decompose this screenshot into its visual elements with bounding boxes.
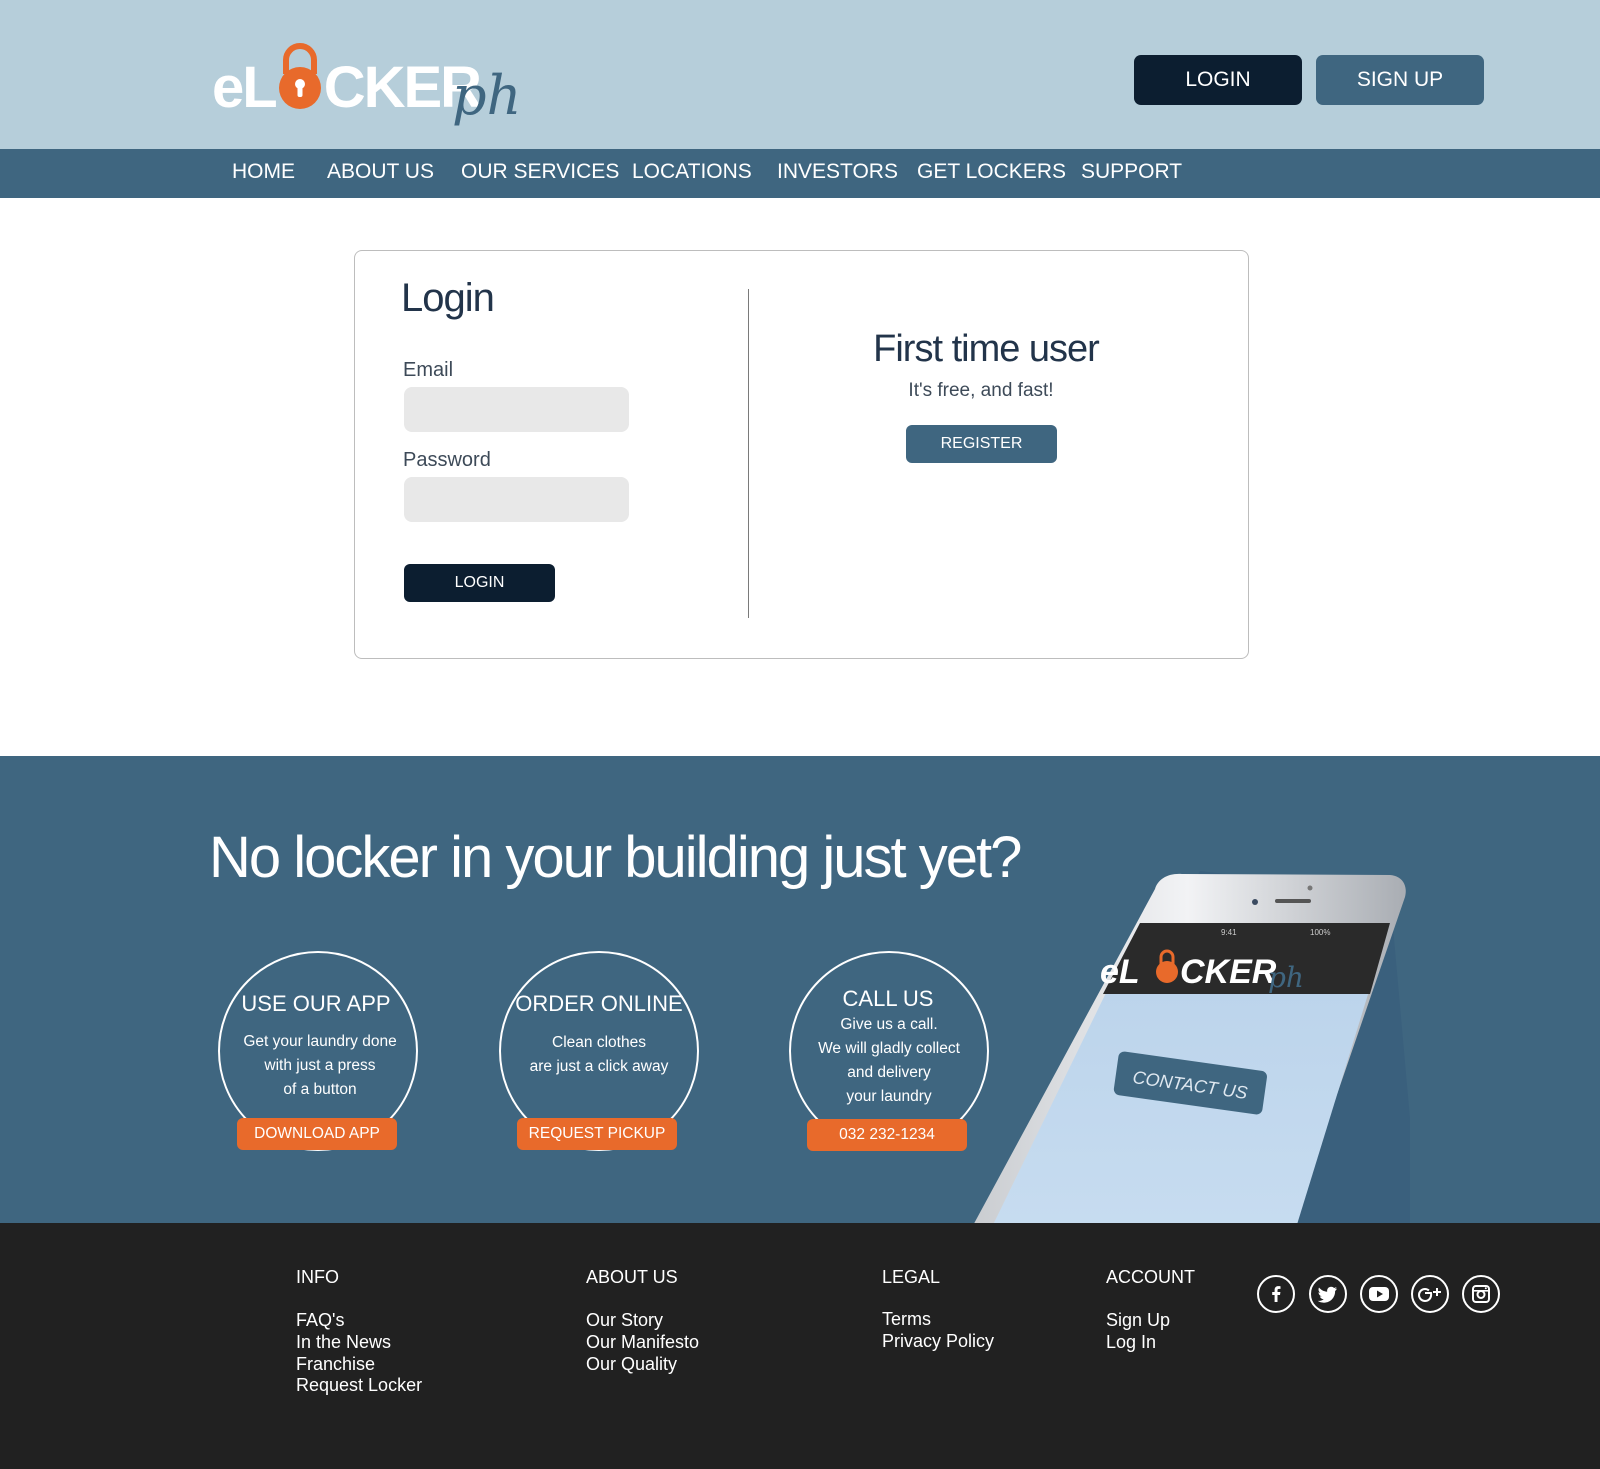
phone-battery: 100% [1310,928,1330,937]
footer-link-sign-up[interactable]: Sign Up [1106,1310,1170,1331]
facebook-icon[interactable] [1257,1275,1295,1313]
footer-link-request-locker[interactable]: Request Locker [296,1375,422,1396]
nav-item-our-services[interactable]: OUR SERVICES [461,160,619,184]
google-plus-icon[interactable] [1411,1275,1449,1313]
download-app-button[interactable]: DOWNLOAD APP [237,1118,397,1150]
phone-time: 9:41 [1221,928,1237,937]
nav-item-locations[interactable]: LOCATIONS [632,160,752,184]
email-field[interactable] [404,387,629,432]
footer-link-log-in[interactable]: Log In [1106,1332,1156,1353]
first-time-title: First time user [873,328,1100,370]
header-login-button[interactable]: LOGIN [1134,55,1302,105]
order-online-text: Clean clothes are just a click away [469,1031,729,1079]
first-time-subtitle: It's free, and fast! [908,380,1054,401]
footer-heading-account: ACCOUNT [1106,1267,1195,1287]
header-signup-button[interactable]: SIGN UP [1316,55,1484,105]
footer-link-our-manifesto[interactable]: Our Manifesto [586,1332,699,1353]
order-online-line: are just a click away [529,1058,669,1075]
order-online-line: Clean clothes [552,1034,646,1051]
order-online-title: ORDER ONLINE [515,991,683,1016]
nav-item-about-us[interactable]: ABOUT US [327,160,434,184]
logo-suffix: ph [452,64,522,127]
phone-number-button[interactable]: 032 232-1234 [807,1119,967,1151]
login-title: Login [401,276,495,320]
use-app-line: of a button [283,1081,357,1098]
footer-heading-about-us: ABOUT US [586,1267,678,1287]
register-button[interactable]: REGISTER [906,425,1057,463]
footer-link-franchise[interactable]: Franchise [296,1354,375,1375]
phone-logo-right: CKER [1180,953,1277,991]
login-button[interactable]: LOGIN [404,564,555,602]
use-app-line: Get your laundry done [243,1033,397,1050]
promo-title: No locker in your building just yet? [209,825,1022,890]
footer-link-terms[interactable]: Terms [882,1309,931,1330]
password-label: Password [403,449,491,471]
phone-logo-left: eL [1100,953,1140,991]
promo-section: No locker in your building just yet? USE… [0,756,1600,1223]
footer-link-faqs[interactable]: FAQ's [296,1310,344,1331]
footer-heading-info: INFO [296,1267,339,1287]
twitter-icon[interactable] [1309,1275,1347,1313]
footer-link-our-story[interactable]: Our Story [586,1310,663,1331]
footer-link-in-the-news[interactable]: In the News [296,1332,391,1353]
password-field[interactable] [404,477,629,522]
use-app-title: USE OUR APP [241,991,391,1016]
use-app-line: with just a press [264,1057,376,1074]
footer-link-privacy-policy[interactable]: Privacy Policy [882,1331,994,1352]
phone-illustration: eL CKER ph 9:41 100% CONTACT US [974,871,1410,1223]
request-pickup-button[interactable]: REQUEST PICKUP [517,1118,677,1150]
main-nav: HOME ABOUT US OUR SERVICES LOCATIONS INV… [0,149,1600,198]
phone-logo-suffix: ph [1268,961,1304,994]
footer-link-our-quality[interactable]: Our Quality [586,1354,677,1375]
phone-padlock-icon [1156,961,1178,983]
elocker-logo[interactable]: eL CKER ph [212,40,532,130]
site-footer: INFO FAQ's In the News Franchise Request… [0,1223,1600,1469]
use-app-text: Get your laundry done with just a press … [190,1030,450,1102]
nav-item-support[interactable]: SUPPORT [1081,160,1182,184]
card-divider [748,289,749,618]
footer-heading-legal: LEGAL [882,1267,941,1287]
logo-text-left: eL [212,55,278,120]
nav-item-get-lockers[interactable]: GET LOCKERS [917,160,1066,184]
nav-item-investors[interactable]: INVESTORS [777,160,898,184]
nav-item-home[interactable]: HOME [232,160,295,184]
instagram-icon[interactable] [1462,1275,1500,1313]
site-header: eL CKER ph LOGIN SIGN UP [0,0,1600,149]
email-label: Email [403,359,454,381]
youtube-icon[interactable] [1360,1275,1398,1313]
padlock-icon [279,43,321,109]
